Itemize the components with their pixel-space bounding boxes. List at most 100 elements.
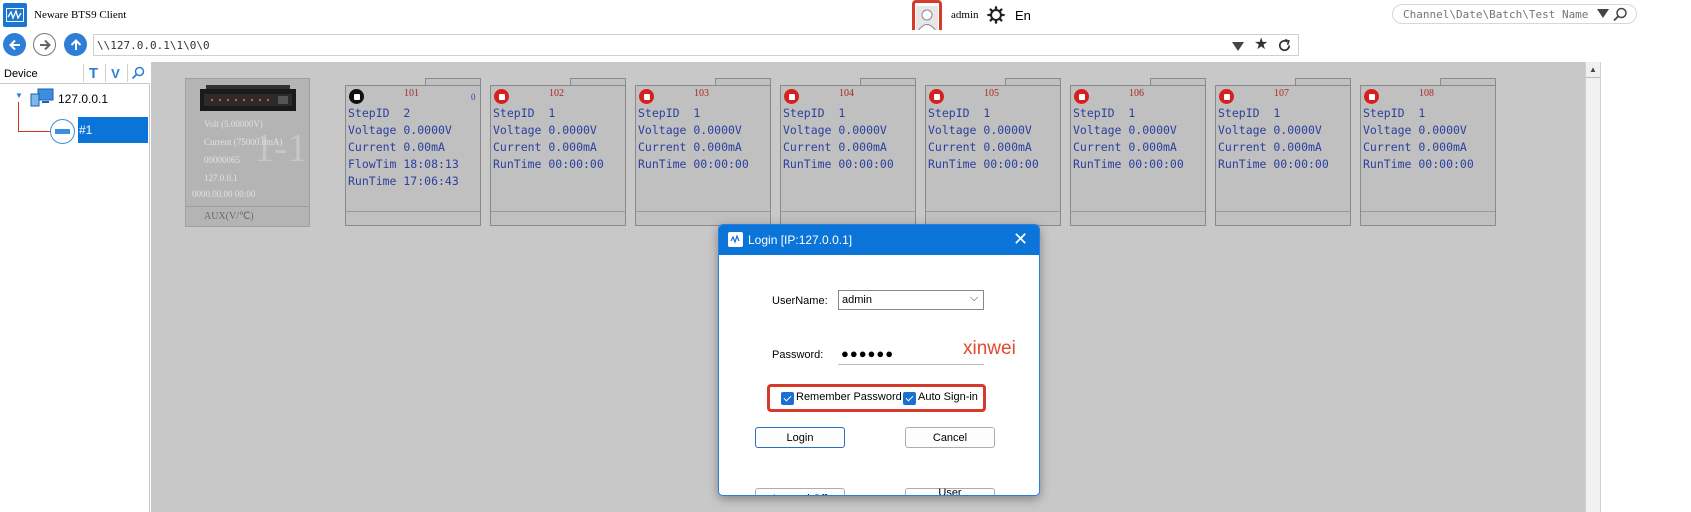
channel-line: RunTime 00:00:00 — [928, 157, 1039, 171]
channel-body: 106 StepID 1 Voltage 0.0000V Current 0.000… — [1070, 85, 1206, 226]
channel-values: StepID 1 Voltage 0.0000V Current 0.000mA Ru… — [1218, 105, 1329, 173]
app-logo-icon — [728, 232, 743, 247]
remember-password-checkbox[interactable] — [781, 392, 794, 405]
host-computer-icon[interactable] — [30, 88, 54, 108]
channel-card[interactable]: 101 0 StepID 2 Voltage 0.0000V Current 0.0… — [345, 78, 481, 226]
stop-status-icon — [639, 89, 654, 104]
tree-expand-icon[interactable]: ▼ — [15, 91, 23, 100]
back-button[interactable] — [3, 33, 26, 56]
channel-card[interactable]: 105 StepID 1 Voltage 0.0000V Current 0.000… — [925, 78, 1061, 226]
channel-number: 106 — [1129, 88, 1144, 99]
arrow-right-icon — [39, 39, 51, 50]
address-input[interactable] — [97, 38, 1217, 53]
channel-line: StepID 1 — [1218, 106, 1281, 120]
channel-body: 101 0 StepID 2 Voltage 0.0000V Current 0.0… — [345, 85, 481, 226]
channel-line: Current 0.000mA — [638, 140, 742, 154]
channel-body: 104 StepID 1 Voltage 0.0000V Current 0.000… — [780, 85, 916, 226]
channel-values: StepID 1 Voltage 0.0000V Current 0.000mA Ru… — [638, 105, 749, 173]
stop-status-icon — [784, 89, 799, 104]
channel-line: Current 0.000mA — [1363, 140, 1467, 154]
channel-line: Current 0.000mA — [1073, 140, 1177, 154]
cancel-button[interactable]: Cancel — [905, 427, 995, 448]
channel-card[interactable]: 107 StepID 1 Voltage 0.0000V Current 0.000… — [1215, 78, 1351, 226]
view-tool-button[interactable]: V — [105, 64, 125, 82]
device-search-button[interactable] — [127, 64, 147, 82]
unit-icon[interactable] — [50, 119, 75, 144]
tree-connector — [18, 102, 19, 132]
channel-card[interactable]: 108 StepID 1 Voltage 0.0000V Current 0.000… — [1360, 78, 1496, 226]
password-hint-annotation: xinwei — [963, 338, 1016, 359]
address-dropdown-icon[interactable] — [1232, 42, 1244, 51]
channel-body: 108 StepID 1 Voltage 0.0000V Current 0.000… — [1360, 85, 1496, 226]
channel-card[interactable]: 104 StepID 1 Voltage 0.0000V Current 0.000… — [780, 78, 916, 226]
forward-button[interactable] — [33, 33, 56, 56]
channel-card[interactable]: 106 StepID 1 Voltage 0.0000V Current 0.000… — [1070, 78, 1206, 226]
refresh-icon[interactable] — [1276, 37, 1293, 54]
channel-values: StepID 1 Voltage 0.0000V Current 0.000mA Ru… — [1073, 105, 1184, 173]
channel-line: Current 0.000mA — [928, 140, 1032, 154]
channel-line: StepID 1 — [638, 106, 701, 120]
dialog-body: UserName: admin ⌵ Password: ●●●●●● xinwe… — [719, 255, 1039, 495]
channel-number: 102 — [549, 88, 564, 99]
user-management-button[interactable]: User management — [905, 487, 995, 495]
username-select[interactable]: admin ⌵ — [838, 290, 984, 310]
channel-body: 103 StepID 1 Voltage 0.0000V Current 0.000… — [635, 85, 771, 226]
close-icon[interactable]: ✕ — [1013, 228, 1028, 250]
stop-status-icon — [349, 89, 364, 104]
title-bar: Neware BTS9 Client admin En — [0, 0, 1691, 38]
username-label: UserName: — [772, 295, 828, 307]
channel-line: Current 0.000mA — [493, 140, 597, 154]
auto-signin-label[interactable]: Auto Sign-in — [918, 391, 978, 403]
cycler-device-icon — [200, 85, 296, 111]
device-ip: 127.0.0.1 — [204, 173, 238, 183]
vertical-scrollbar[interactable]: ▲ — [1585, 62, 1601, 512]
channel-line: RunTime 17:06:43 — [348, 174, 459, 188]
channel-line: FlowTim 18:08:13 — [348, 157, 459, 171]
channel-card[interactable]: 103 StepID 1 Voltage 0.0000V Current 0.000… — [635, 78, 771, 226]
login-dialog: Login [IP:127.0.0.1] ✕ UserName: admin ⌵… — [718, 224, 1040, 496]
arrow-up-icon — [70, 38, 81, 50]
channel-line: RunTime 00:00:00 — [1073, 157, 1184, 171]
gear-icon[interactable] — [987, 6, 1005, 24]
favorite-star-icon[interactable]: ★ — [1254, 36, 1268, 54]
channel-values: StepID 1 Voltage 0.0000V Current 0.000mA Ru… — [928, 105, 1039, 173]
stop-status-icon — [494, 89, 509, 104]
channel-number: 101 — [404, 88, 419, 99]
search-icon[interactable] — [1611, 6, 1629, 24]
tree-item-host[interactable]: 127.0.0.1 — [58, 92, 108, 106]
logged-off-button[interactable]: Logged Off — [755, 488, 845, 495]
search-input[interactable] — [1403, 7, 1593, 22]
language-switch[interactable]: En — [1015, 8, 1031, 23]
channel-line: StepID 1 — [1363, 106, 1426, 120]
login-button[interactable]: Login — [755, 427, 845, 448]
channel-number: 104 — [839, 88, 854, 99]
scroll-up-icon[interactable]: ▲ — [1586, 62, 1600, 78]
channel-line: StepID 1 — [783, 106, 846, 120]
remember-password-label[interactable]: Remember Password — [796, 391, 902, 403]
channel-line: RunTime 00:00:00 — [493, 157, 604, 171]
channel-values: StepID 2 Voltage 0.0000V Current 0.00mA Flo… — [348, 105, 459, 190]
auto-signin-checkbox[interactable] — [903, 392, 916, 405]
chevron-down-icon: ⌵ — [970, 292, 979, 304]
stop-status-icon — [1074, 89, 1089, 104]
channel-number: 108 — [1419, 88, 1434, 99]
search-dropdown-icon[interactable] — [1597, 9, 1609, 18]
channel-card[interactable]: 102 StepID 1 Voltage 0.0000V Current 0.000… — [490, 78, 626, 226]
tree-item-unit[interactable]: #1 — [78, 117, 148, 143]
channel-line: RunTime 00:00:00 — [1363, 157, 1474, 171]
user-icon — [916, 6, 938, 32]
device-aux-label: AUX(V/℃) — [186, 206, 309, 226]
device-tile[interactable]: 1-1 Volt (5.00000V) Current (75000.0mA) … — [185, 78, 310, 227]
address-bar: ★ — [0, 30, 1691, 60]
channel-line: StepID 2 — [348, 106, 411, 120]
channel-line: Voltage 0.0000V — [783, 123, 887, 137]
up-button[interactable] — [64, 33, 87, 56]
channel-line: Current 0.000mA — [1218, 140, 1322, 154]
device-serial: 00000065 — [204, 155, 240, 165]
dialog-title-bar: Login [IP:127.0.0.1] ✕ — [719, 225, 1039, 255]
channel-values: StepID 1 Voltage 0.0000V Current 0.000mA Ru… — [783, 105, 894, 173]
text-tool-button[interactable]: T — [83, 64, 103, 82]
checkbox-row: Remember Password Auto Sign-in — [767, 384, 986, 412]
app-window: Neware BTS9 Client admin En ★ — [0, 0, 1691, 512]
device-panel-header: Device T V — [0, 62, 150, 84]
